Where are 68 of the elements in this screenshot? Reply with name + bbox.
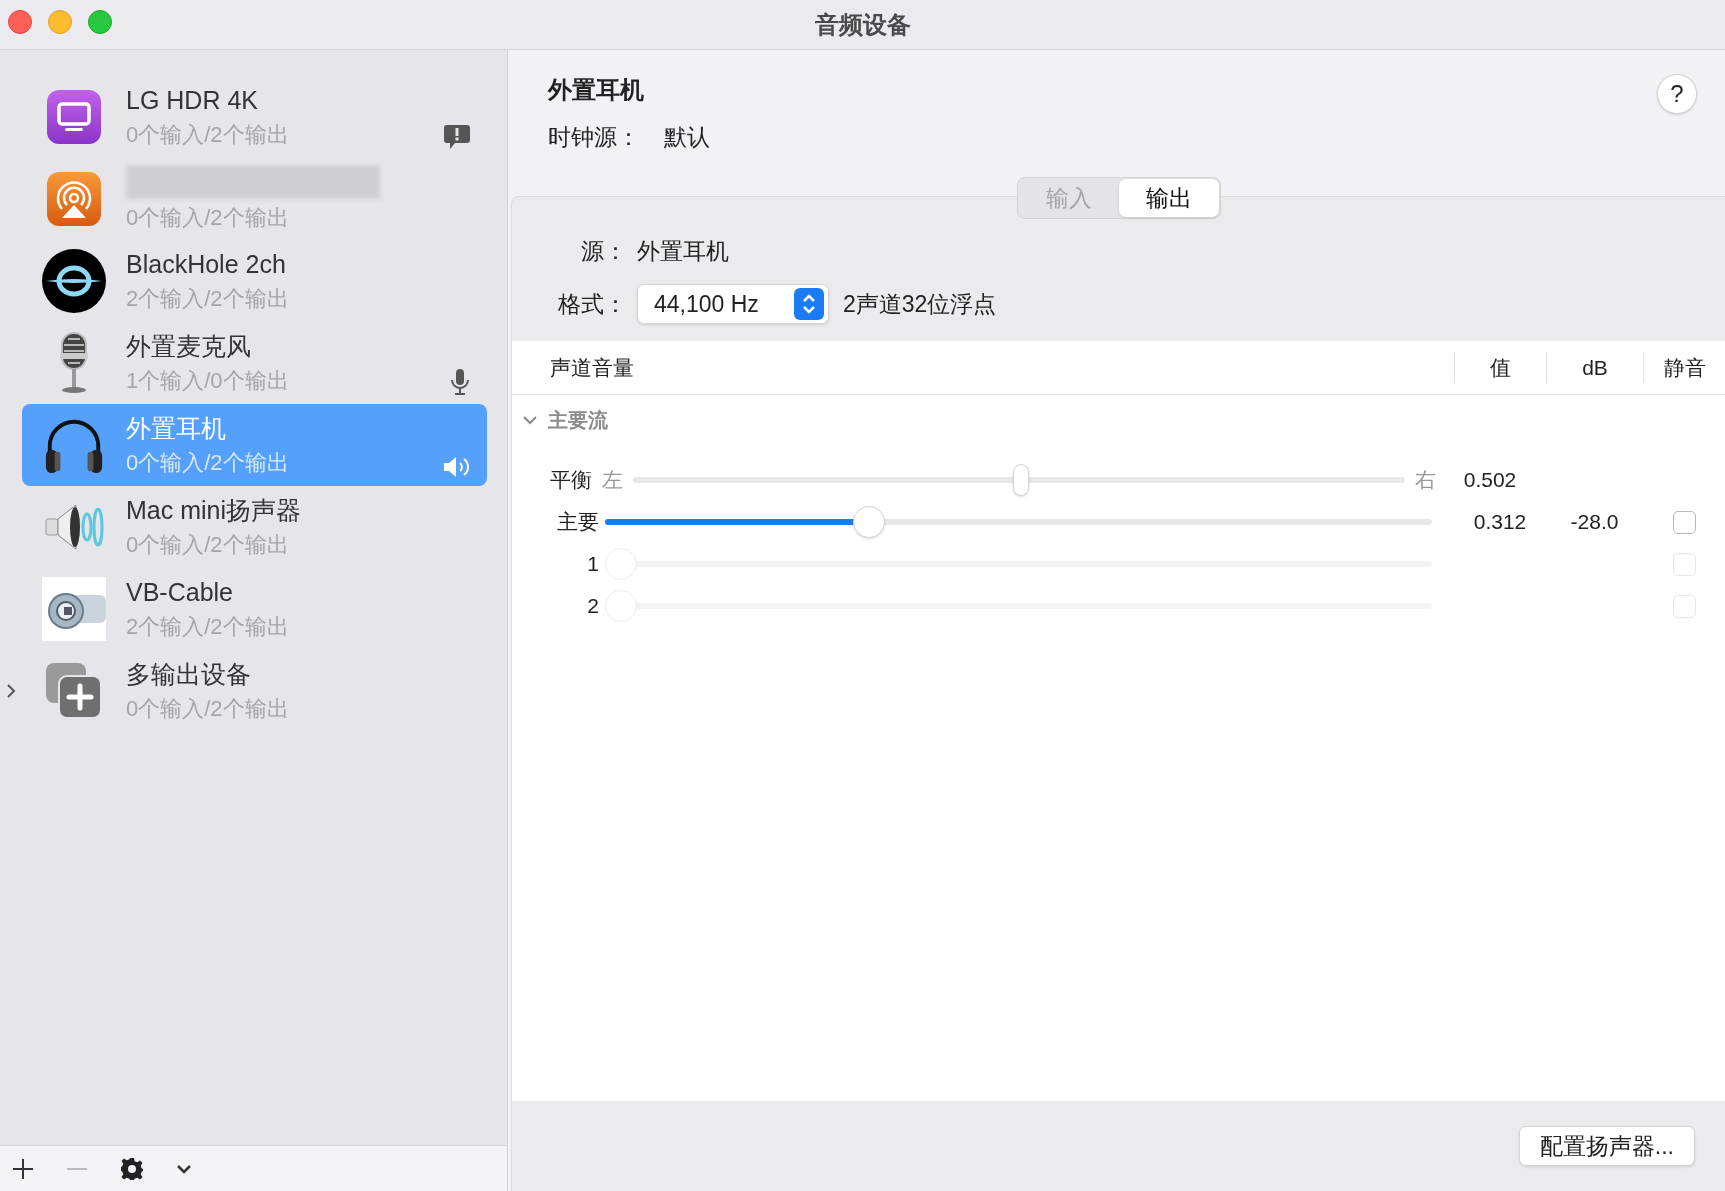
device-item[interactable]: LG HDR 4K 0个输入/2个输出 [22, 76, 487, 158]
column-header: 声道音量 [549, 354, 635, 381]
channel-label: 1 [586, 551, 599, 578]
slider[interactable] [633, 463, 1405, 497]
device-channels: 1个输入/0个输出 [126, 367, 290, 395]
channel-label: 主要 [556, 509, 599, 536]
device-channels: 2个输入/2个输出 [126, 613, 290, 641]
device-channels: 0个输入/2个输出 [126, 531, 290, 559]
device-item[interactable]: VB-Cable 2个输入/2个输出 [22, 568, 487, 650]
window-title: 音频设备 [814, 9, 911, 40]
device-name: BlackHole 2ch [126, 249, 287, 280]
slider-thumb[interactable] [853, 506, 886, 538]
column-header: 值 [1454, 351, 1546, 384]
balance-label: 平衡 [549, 467, 592, 494]
slider-thumb[interactable] [1012, 464, 1029, 496]
device-channels: 0个输入/2个输出 [126, 695, 290, 723]
volume-icon [443, 456, 471, 478]
zoom-button[interactable] [88, 10, 112, 34]
close-button[interactable] [8, 10, 32, 34]
device-name: Mac mini扬声器 [126, 495, 302, 526]
channel-db: -28.0 [1569, 509, 1620, 536]
help-button[interactable]: ? [1657, 74, 1697, 114]
device-channels: 0个输入/2个输出 [126, 449, 290, 477]
device-name: LG HDR 4K [126, 85, 259, 116]
device-item[interactable]: Mac mini扬声器 0个输入/2个输出 [22, 486, 487, 568]
device-channels: 0个输入/2个输出 [126, 121, 290, 149]
column-header: 静音 [1643, 351, 1725, 384]
ring-icon [42, 249, 106, 313]
segment-tab[interactable]: 输出 [1118, 179, 1219, 217]
source-value: 外置耳机 [637, 236, 729, 266]
device-name: 多输出设备 [126, 659, 252, 690]
device-item[interactable]: BlackHole 2ch 2个输入/2个输出 [22, 240, 487, 322]
chevron-right-icon[interactable] [5, 683, 17, 699]
slider[interactable] [605, 505, 1432, 539]
mute-checkbox[interactable] [1672, 510, 1696, 534]
channel-label: 2 [586, 593, 599, 620]
add-device-icon [45, 662, 103, 720]
channel-value: 0.312 [1472, 509, 1528, 536]
configure-speakers-button[interactable]: 配置扬声器... [1518, 1126, 1695, 1166]
sample-rate-dropdown[interactable]: 44,100 Hz [637, 284, 829, 324]
format-label: 格式： [557, 289, 627, 319]
add-icon[interactable] [12, 1157, 34, 1180]
left-label: 左 [602, 467, 623, 494]
device-channels: 0个输入/2个输出 [126, 204, 290, 232]
right-label: 右 [1415, 467, 1436, 494]
alert-bubble-icon [443, 124, 471, 150]
device-channels: 2个输入/2个输出 [126, 285, 290, 313]
device-name: VB-Cable [126, 577, 234, 608]
monitor-icon [46, 89, 102, 145]
microphone-icon [449, 368, 471, 396]
broadcast-icon [46, 171, 102, 227]
minimize-button[interactable] [48, 10, 72, 34]
cable-icon [42, 577, 106, 641]
settings-icon[interactable] [120, 1156, 144, 1181]
device-item[interactable]: 外置麦克风 1个输入/0个输出 [22, 322, 487, 404]
device-title: 外置耳机 [548, 75, 644, 105]
balance-value: 0.502 [1462, 467, 1518, 494]
column-header: dB [1546, 351, 1643, 384]
device-item[interactable]: 多输出设备 0个输入/2个输出 [22, 650, 487, 732]
clock-source-label: 时钟源： [548, 123, 640, 152]
source-label: 源： [580, 236, 627, 266]
device-name: 外置耳机 [126, 413, 227, 444]
format-description: 2声道32位浮点 [843, 289, 997, 319]
stream-label: 主要流 [548, 408, 608, 433]
chevron-down-icon[interactable] [176, 1163, 192, 1174]
device-name: 外置麦克风 [126, 331, 252, 362]
stepper-icon [794, 288, 824, 320]
clock-source-value: 默认 [664, 123, 710, 152]
